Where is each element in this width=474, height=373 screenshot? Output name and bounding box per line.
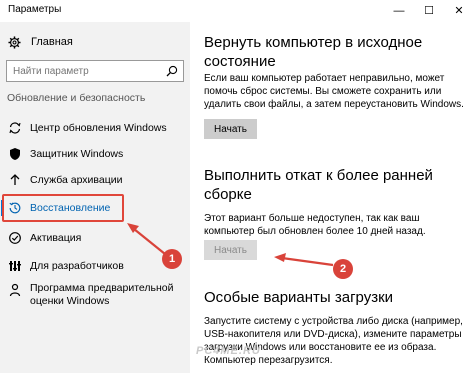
sidebar-item-label: Защитник Windows [30,147,124,160]
main-content: Вернуть компьютер в исходное состояние Е… [190,22,474,373]
annotation-badge-1: 1 [162,249,182,269]
sync-icon [9,122,21,134]
window-title: Параметры [8,4,62,15]
gear-icon [8,35,21,49]
insider-icon [9,283,21,297]
sidebar-item-insider[interactable]: Программа предварительной оценки Windows [0,280,190,314]
backup-arrow-icon [10,174,20,185]
check-circle-icon [9,232,21,244]
reset-description: Если ваш компьютер работает неправильно,… [204,73,464,110]
sidebar: Главная Обновление и безопасность Центр … [0,22,190,373]
sidebar-item-label: Центр обновления Windows [30,121,167,134]
rollback-title: Выполнить откат к более ранней сборке [204,167,433,203]
search-icon[interactable] [166,65,178,77]
rollback-description: Этот вариант больше недоступен, так как … [204,213,426,237]
home-label: Главная [31,36,73,48]
home-link[interactable]: Главная [8,34,73,50]
section-title: Обновление и безопасность [7,92,146,104]
title-bar: Параметры — ☐ ✕ [0,0,474,22]
close-button[interactable]: ✕ [444,0,474,22]
sidebar-item-label: Для разработчиков [30,259,124,272]
annotation-badge-2: 2 [333,259,353,279]
sidebar-item-label: Служба архивации [30,173,123,186]
sidebar-item-windows-update[interactable]: Центр обновления Windows [0,114,190,142]
watermark: PC4ME.RU [196,345,261,357]
sidebar-item-defender[interactable]: Защитник Windows [0,140,190,168]
rollback-start-button[interactable]: Начать [204,240,257,260]
boot-options-title: Особые варианты загрузки [204,289,394,306]
developer-icon [9,261,21,271]
sidebar-item-label: Активация [30,231,82,244]
sidebar-item-activation[interactable]: Активация [0,224,190,252]
search-box[interactable] [6,60,184,82]
minimize-button[interactable]: — [384,0,414,22]
sidebar-item-label: Программа предварительной оценки Windows [30,282,174,307]
reset-start-button[interactable]: Начать [204,119,257,139]
maximize-button[interactable]: ☐ [414,0,444,22]
boot-options-description: Запустите систему с устройства либо диск… [204,316,463,366]
recovery-highlight-frame [2,194,124,222]
sidebar-item-backup[interactable]: Служба архивации [0,166,190,194]
reset-title: Вернуть компьютер в исходное состояние [204,34,423,70]
search-input[interactable] [13,64,163,78]
shield-icon [10,148,20,160]
